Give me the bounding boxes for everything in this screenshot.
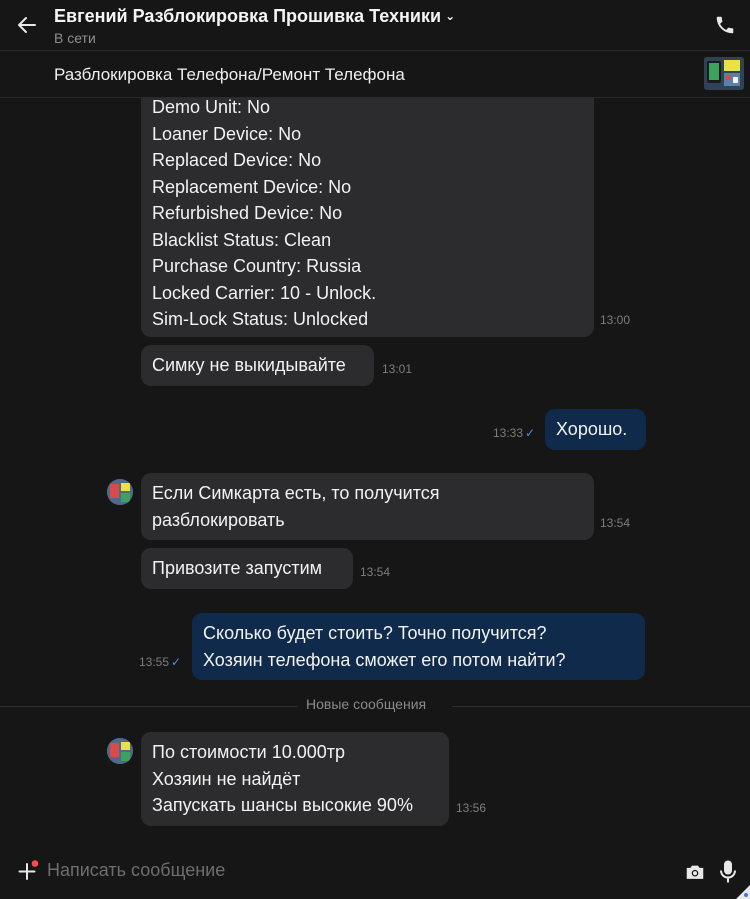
message-bubble-incoming[interactable]: Demo Unit: No Loaner Device: No Replaced… [141, 98, 594, 337]
message-time: 13:54 [600, 516, 631, 530]
message-bubble-outgoing[interactable]: Сколько будет стоить? Точно получится? Х… [192, 613, 645, 680]
message-input[interactable]: Написать сообщение [47, 860, 225, 881]
message-time: 13:56 [456, 801, 487, 815]
contact-avatar[interactable] [107, 738, 133, 764]
attach-plus-icon[interactable] [16, 860, 38, 882]
message-bubble-incoming[interactable]: По стоимости 10.000тр Хозяин не найдёт З… [141, 732, 449, 826]
message-line: Sim-Lock Status: Unlocked [152, 309, 369, 329]
message-time: 13:33 ✓ [493, 426, 535, 440]
message-feed[interactable]: Demo Unit: No Loaner Device: No Replaced… [0, 98, 750, 840]
message-line: Demo Unit: No [152, 98, 271, 117]
message-time: 13:54 [360, 565, 391, 579]
message-line: Locked Carrier: 10 - Unlock. [152, 282, 377, 303]
message-line: Хозяин телефона сможет его потом найти? [203, 649, 566, 670]
listing-banner[interactable]: Разблокировка Телефона/Ремонт Телефона [0, 51, 750, 97]
read-check-icon: ✓ [525, 426, 536, 440]
camera-icon[interactable] [684, 861, 706, 883]
message-line: Привозите запустим [152, 558, 323, 578]
message-time: 13:55 ✓ [139, 655, 181, 669]
message-line: Refurbished Device: No [152, 203, 343, 223]
contact-avatar[interactable] [107, 479, 133, 505]
online-status: В сети [54, 30, 96, 46]
message-line: Blacklist Status: Clean [152, 229, 332, 250]
chat-header: Евгений Разблокировка Прошивка Техники ⌄ … [0, 0, 750, 50]
listing-thumbnail[interactable] [704, 57, 744, 90]
message-line: Если Симкарта есть, то получится [152, 483, 440, 503]
message-line: Replacement Device: No [152, 176, 352, 197]
message-line: Loaner Device: No [152, 123, 302, 144]
contact-name-text: Евгений Разблокировка Прошивка Техники [54, 6, 442, 26]
message-bubble-incoming[interactable]: Если Симкарта есть, то получится разблок… [141, 473, 594, 540]
message-line: Replaced Device: No [152, 150, 322, 170]
message-time-text: 13:55 [139, 655, 170, 669]
message-line: Запускать шансы высокие 90% [152, 795, 413, 815]
message-line: По стоимости 10.000тр [152, 742, 346, 762]
new-messages-divider-right [452, 706, 750, 707]
message-time-text: 13:33 [493, 426, 524, 440]
phone-icon[interactable] [714, 14, 736, 36]
contact-name[interactable]: Евгений Разблокировка Прошивка Техники ⌄ [54, 6, 455, 27]
message-line: Сколько будет стоить? Точно получится? [203, 623, 547, 643]
message-line: Симку не выкидывайте [152, 355, 346, 375]
back-arrow-icon[interactable] [15, 13, 39, 37]
corner-badge-icon [736, 885, 750, 899]
new-messages-label: Новые сообщения [306, 696, 427, 712]
microphone-icon[interactable] [718, 859, 738, 885]
message-time: 13:01 [382, 362, 413, 376]
listing-title: Разблокировка Телефона/Ремонт Телефона [54, 65, 405, 84]
message-line: Хозяин не найдёт [152, 768, 301, 789]
message-composer: Написать сообщение [0, 842, 750, 899]
chevron-down-icon[interactable]: ⌄ [445, 9, 455, 23]
read-check-icon: ✓ [171, 655, 182, 669]
message-bubble-outgoing[interactable]: Хорошо. [545, 409, 646, 450]
message-line: Хорошо. [556, 419, 628, 439]
message-time: 13:00 [600, 313, 631, 327]
message-bubble-incoming[interactable]: Симку не выкидывайте [141, 345, 374, 386]
message-line: разблокировать [152, 509, 285, 530]
message-line: Purchase Country: Russia [152, 256, 362, 276]
new-messages-divider-left [0, 706, 298, 707]
message-bubble-incoming[interactable]: Привозите запустим [141, 548, 353, 589]
